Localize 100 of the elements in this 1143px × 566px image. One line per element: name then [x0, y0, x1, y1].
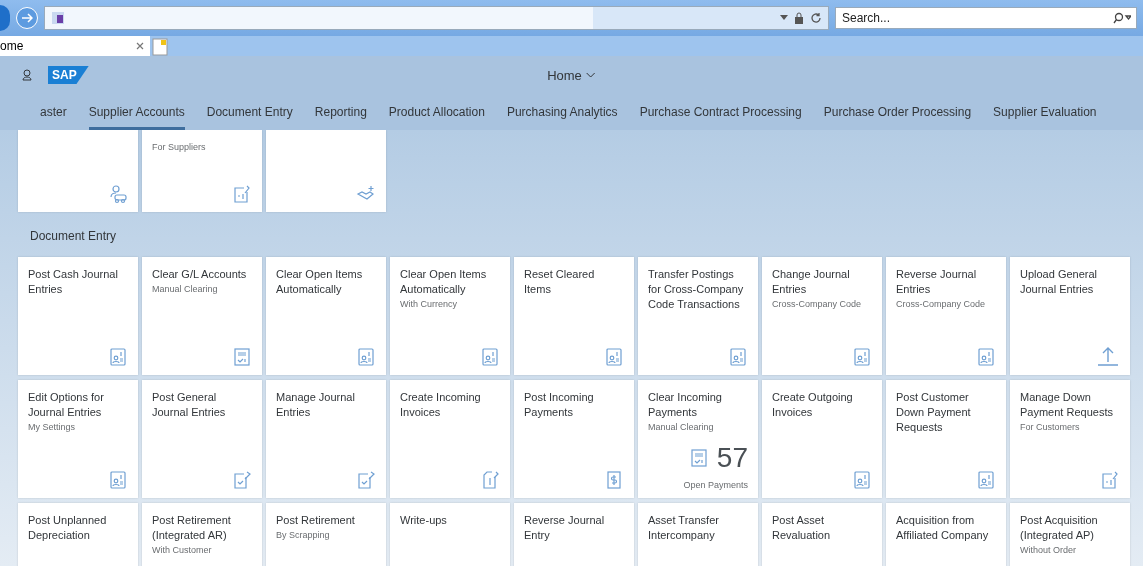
tile-title: Edit Options for Journal Entries	[28, 390, 105, 420]
app-tile[interactable]	[18, 130, 138, 212]
section-title: Document Entry	[29, 228, 118, 245]
close-icon[interactable]	[136, 42, 144, 50]
ledger-icon	[604, 347, 624, 367]
app-tile[interactable]: Clear Open Items Automatically With Currency	[390, 257, 510, 375]
page-icon	[51, 11, 65, 25]
refresh-icon[interactable]	[810, 12, 822, 24]
app-tile[interactable]: For Suppliers	[142, 130, 262, 212]
app-tile[interactable]: Create Outgoing Invoices	[762, 380, 882, 498]
ledger-icon	[852, 347, 872, 367]
app-tile[interactable]: Post Customer Down Payment Requests	[886, 380, 1006, 498]
browser-edge	[0, 5, 10, 31]
nav-tab[interactable]: Document Entry	[206, 105, 293, 130]
tile-title: Clear Open Items Automatically	[400, 267, 488, 297]
app-tile[interactable]: Write-ups	[390, 503, 510, 566]
dropdown-icon[interactable]	[780, 15, 788, 21]
browser-tab[interactable]: ome	[0, 36, 150, 56]
nav-tab[interactable]: Purchase Contract Processing	[639, 105, 802, 130]
nav-tab[interactable]: Reporting	[314, 105, 367, 130]
app-tile[interactable]: Change Journal Entries Cross-Company Code	[762, 257, 882, 375]
app-tile[interactable]: Clear G/L Accounts Manual Clearing	[142, 257, 262, 375]
nav-tab[interactable]: Purchase Order Processing	[823, 105, 972, 130]
tile-number: 57	[716, 442, 748, 474]
document-edit-icon	[480, 470, 500, 490]
ledger-icon	[852, 470, 872, 490]
dollar-document-icon	[604, 470, 624, 490]
app-tile[interactable]: Manage Journal Entries	[266, 380, 386, 498]
tile-title: Manage Down Payment Requests	[1020, 390, 1114, 420]
nav-tab[interactable]: Purchasing Analytics	[506, 105, 618, 130]
app-tile[interactable]: Reverse Journal Entries Cross-Company Code	[886, 257, 1006, 375]
ledger-icon	[480, 347, 500, 367]
tile-subtitle: With Customer	[152, 544, 213, 557]
app-tile[interactable]: Post Cash Journal Entries	[18, 257, 138, 375]
tab-label: ome	[0, 39, 24, 53]
chevron-down-icon	[585, 72, 596, 78]
app-tile[interactable]: Post Unplanned Depreciation	[18, 503, 138, 566]
app-tile[interactable]: Reverse Journal Entry	[514, 503, 634, 566]
tile-title: Reset Cleared Items	[524, 267, 596, 297]
tile-subtitle: Cross-Company Code	[896, 298, 987, 311]
ledger-icon	[108, 347, 128, 367]
app-tile[interactable]: Post Incoming Payments	[514, 380, 634, 498]
tile-title: Upload General Journal Entries	[1020, 267, 1099, 297]
nav-tab[interactable]: aster	[40, 105, 67, 130]
address-field[interactable]	[44, 6, 829, 30]
lock-icon	[794, 12, 804, 24]
app-tile[interactable]: Asset Transfer Intercompany	[638, 503, 758, 566]
tile-title: Post Incoming Payments	[524, 390, 595, 420]
arrow-icon	[21, 12, 33, 24]
app-tile[interactable]: Post General Journal Entries	[142, 380, 262, 498]
tile-title: Post Retirement (Integrated AR)	[152, 513, 232, 543]
checklist-icon	[688, 448, 709, 468]
tile-title: Acquisition from Affiliated Company	[896, 513, 990, 543]
tile-title: Clear Open Items Automatically	[276, 267, 364, 297]
tile-subtitle: For Suppliers	[152, 141, 207, 154]
app-tile[interactable]	[266, 130, 386, 212]
tile-title: Clear G/L Accounts	[152, 267, 248, 282]
app-tile[interactable]: Manage Down Payment Requests For Customers	[1010, 380, 1130, 498]
app-tile[interactable]: Reset Cleared Items	[514, 257, 634, 375]
tile-title: Post Acquisition (Integrated AP)	[1020, 513, 1099, 543]
document-edit-icon	[1100, 470, 1120, 490]
tile-title: Write-ups	[400, 513, 448, 528]
app-tile[interactable]: Edit Options for Journal Entries My Settings	[18, 380, 138, 498]
tile-title: Reverse Journal Entry	[524, 513, 606, 543]
forward-button[interactable]	[16, 7, 38, 29]
tile-title: Transfer Postings for Cross-Company Code Transactions	[648, 267, 745, 312]
home-menu-button[interactable]: Home	[541, 66, 602, 84]
tile-title: Asset Transfer Intercompany	[648, 513, 720, 543]
tile-subtitle: By Scrapping	[276, 529, 331, 542]
search-field[interactable]: Search...	[835, 7, 1137, 29]
upload-icon	[1096, 345, 1120, 367]
tile-footer: Open Payments	[648, 480, 748, 490]
app-tile[interactable]: Transfer Postings for Cross-Company Code Transactions	[638, 257, 758, 375]
nav-tab[interactable]: Product Allocation	[388, 105, 485, 130]
app-tile[interactable]: Post Asset Revaluation	[762, 503, 882, 566]
ledger-icon	[728, 347, 748, 367]
app-tile[interactable]: Post Retirement (Integrated AR) With Customer	[142, 503, 262, 566]
app-tile[interactable]: Upload General Journal Entries	[1010, 257, 1130, 375]
app-tile[interactable]: Post Retirement By Scrapping	[266, 503, 386, 566]
app-tile[interactable]: Acquisition from Affiliated Company	[886, 503, 1006, 566]
tile-title: Post Customer Down Payment Requests	[896, 390, 972, 435]
tile-title: Post Asset Revaluation	[772, 513, 832, 543]
app-tile[interactable]: Post Acquisition (Integrated AP) Without Order	[1010, 503, 1130, 566]
tile-subtitle: Without Order	[1020, 544, 1078, 557]
tile-subtitle: Manual Clearing	[152, 283, 219, 296]
tile-title: Clear Incoming Payments	[648, 390, 723, 420]
app-tile[interactable]: Clear Incoming Payments Manual Clearing 57 Open Payments	[638, 380, 758, 498]
search-icon[interactable]	[1113, 12, 1131, 24]
tile-title: Post Cash Journal Entries	[28, 267, 119, 297]
tile-subtitle: With Currency	[400, 298, 458, 311]
ledger-icon	[976, 347, 996, 367]
ledger-icon	[356, 347, 376, 367]
nav-tab[interactable]: Supplier Evaluation	[993, 105, 1097, 130]
app-tile[interactable]: Clear Open Items Automatically	[266, 257, 386, 375]
ledger-icon	[108, 470, 128, 490]
tile-title: Manage Journal Entries	[276, 390, 356, 420]
tile-subtitle: Manual Clearing	[648, 421, 715, 434]
user-icon[interactable]	[22, 69, 32, 81]
app-tile[interactable]: Create Incoming Invoices	[390, 380, 510, 498]
tile-title: Post Unplanned Depreciation	[28, 513, 108, 543]
